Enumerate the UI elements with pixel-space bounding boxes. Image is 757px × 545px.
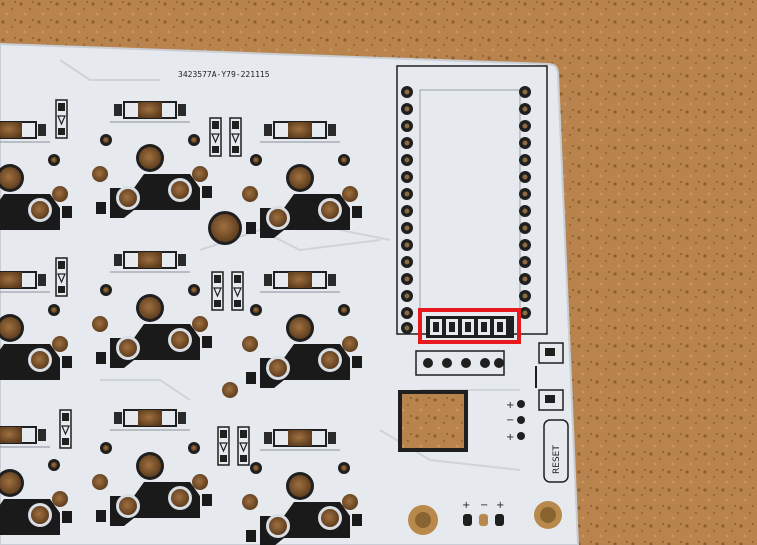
- copper-mounting-hole: [408, 505, 438, 535]
- polarity-mark: +: [506, 400, 514, 411]
- pcb-serial-text: 3423577A-Y79-221115: [178, 70, 270, 79]
- polarity-mark: +: [496, 500, 504, 511]
- polarity-mark: +: [506, 432, 514, 443]
- polarity-mark: −: [480, 500, 488, 511]
- polarity-mark: −: [506, 415, 514, 426]
- polarity-mark: +: [462, 500, 470, 511]
- highlighted-5-pin-header: [426, 316, 514, 338]
- reset-label: RESET: [552, 445, 562, 474]
- pcb-board: [0, 42, 580, 545]
- pcb-photo: 3423577A-Y79-221115 + − + RESET + − +: [0, 0, 757, 545]
- square-cutout: [398, 390, 468, 452]
